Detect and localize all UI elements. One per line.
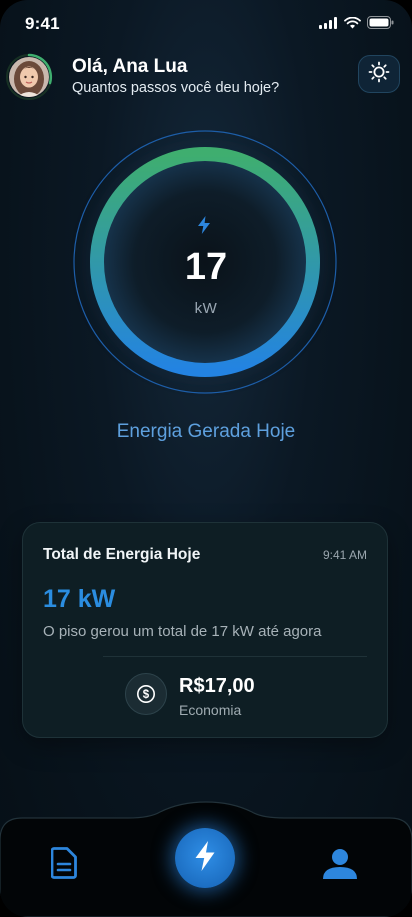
savings-label: Economia xyxy=(179,702,242,718)
nav-documents-button[interactable] xyxy=(48,846,80,884)
savings-value: R$17,00 xyxy=(179,675,255,697)
card-time: 9:41 AM xyxy=(322,548,367,562)
energy-gauge: 17 kW xyxy=(0,130,412,420)
status-time: 9:41 xyxy=(25,14,60,33)
status-icons xyxy=(319,16,394,34)
card-description: O piso gerou um total de 17 kW até agora xyxy=(43,623,322,640)
gauge-unit: kW xyxy=(194,300,218,317)
greeting: Olá, Ana Lua xyxy=(72,56,188,77)
gauge-value: 17 xyxy=(184,246,228,288)
user-icon xyxy=(322,848,358,885)
app-screen: 9:41 Olá, Ana Lua Quantos passos você de… xyxy=(0,0,412,917)
svg-text:$: $ xyxy=(143,689,150,701)
wifi-icon xyxy=(344,16,361,34)
sun-icon xyxy=(368,61,390,88)
card-divider xyxy=(103,656,367,657)
lightning-icon xyxy=(194,840,216,876)
card-title: Total de Energia Hoje xyxy=(43,546,201,563)
document-icon xyxy=(50,846,77,884)
avatar-image xyxy=(9,57,49,97)
status-bar: 9:41 xyxy=(0,0,412,48)
signal-icon xyxy=(319,16,338,34)
nav-profile-button[interactable] xyxy=(320,848,360,884)
bottom-navigation xyxy=(0,800,412,917)
card-energy-value: 17 kW xyxy=(43,585,116,613)
dollar-coin-icon: $ xyxy=(125,673,167,715)
theme-toggle-button[interactable] xyxy=(358,55,400,93)
gauge-caption: Energia Gerada Hoje xyxy=(116,421,296,442)
avatar[interactable] xyxy=(6,53,53,100)
energy-summary-card[interactable]: Total de Energia Hoje 9:41 AM 17 kW O pi… xyxy=(22,522,388,738)
greeting-subtitle: Quantos passos você deu hoje? xyxy=(72,80,280,96)
battery-icon xyxy=(367,16,394,34)
nav-energy-button[interactable] xyxy=(175,828,235,888)
